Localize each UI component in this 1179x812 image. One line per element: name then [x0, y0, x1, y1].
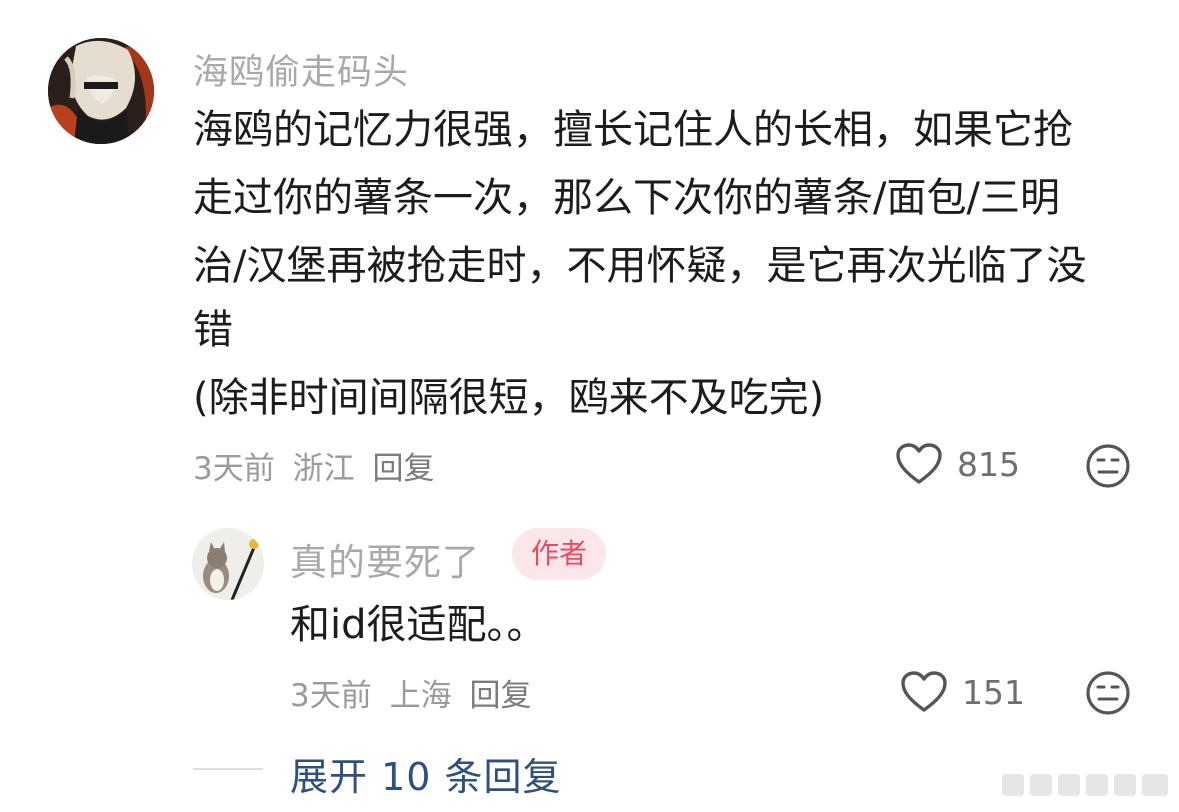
reply-text: 和id很适配。。	[290, 602, 547, 648]
like-button[interactable]: 815	[895, 442, 1020, 486]
author-badge: 作者	[512, 528, 607, 580]
comment-text-line: 海鸥的记忆力很强，擅长记住人的长相，如果它抢	[193, 107, 1073, 153]
heart-icon	[901, 671, 947, 712]
comment-time: 3天前	[193, 451, 275, 487]
reply-time: 3天前	[290, 678, 372, 714]
like-button[interactable]: 151	[900, 670, 1025, 714]
reply-author-name[interactable]: 真的要死了	[290, 532, 480, 586]
like-count: 151	[962, 672, 1025, 712]
comment-meta: 3天前 浙江 回复	[193, 443, 434, 488]
comment-location: 浙江	[292, 451, 355, 487]
reply-meta: 3天前 上海 回复	[290, 670, 531, 715]
comment-author-name[interactable]: 海鸥偷走码头	[193, 44, 409, 95]
reply-button[interactable]: 回复	[469, 678, 531, 714]
reply-button[interactable]: 回复	[372, 451, 434, 487]
divider	[193, 768, 263, 770]
like-count: 815	[957, 444, 1020, 484]
comment-text-line: (除非时间间隔很短，鸥来不及吃完)	[193, 375, 825, 421]
avatar[interactable]	[48, 38, 154, 144]
reply-location: 上海	[389, 678, 452, 714]
avatar[interactable]	[192, 528, 264, 600]
comment-text-line: 治/汉堡再被抢走时，不用怀疑，是它再次光临了没	[193, 243, 1087, 289]
expand-replies-button[interactable]: 展开 10 条回复	[290, 746, 562, 801]
meh-face-icon[interactable]	[1085, 670, 1131, 716]
comment-text-line: 走过你的薯条一次，那么下次你的薯条/面包/三明	[193, 175, 1060, 221]
meh-face-icon[interactable]	[1085, 443, 1131, 489]
heart-icon	[896, 443, 942, 484]
watermark-logo	[1002, 774, 1168, 796]
comment-text-line: 错	[193, 307, 233, 353]
